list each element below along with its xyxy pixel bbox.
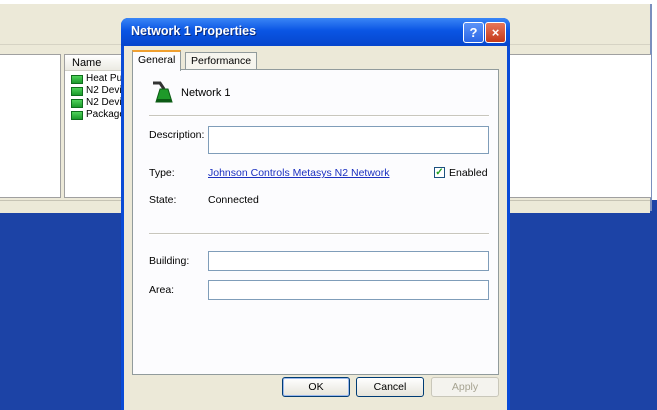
- device-icon: [71, 98, 83, 108]
- list-item[interactable]: Heat Pu: [71, 73, 125, 85]
- type-link[interactable]: Johnson Controls Metasys N2 Network: [208, 167, 390, 179]
- state-value: Connected: [208, 194, 259, 206]
- background-detail-pane: [508, 54, 651, 198]
- building-label: Building:: [149, 255, 190, 267]
- divider: [149, 115, 489, 117]
- apply-button[interactable]: Apply: [431, 377, 499, 397]
- device-icon: [71, 110, 83, 120]
- network-icon: [153, 81, 173, 103]
- building-field[interactable]: [208, 251, 489, 271]
- list-item[interactable]: Package: [71, 109, 125, 121]
- ok-button[interactable]: OK: [282, 377, 350, 397]
- description-field[interactable]: [208, 126, 489, 154]
- dialog-body: General Performance Network 1 Descriptio…: [124, 46, 507, 410]
- tab-performance[interactable]: Performance: [185, 52, 258, 69]
- tab-general[interactable]: General: [132, 50, 182, 71]
- device-icon: [71, 74, 83, 84]
- type-label: Type:: [149, 167, 175, 179]
- properties-dialog: Network 1 Properties ? × General Perform…: [121, 18, 510, 410]
- device-icon: [71, 86, 83, 96]
- item-list: Heat Pu N2 Devi N2 Devi Package: [71, 73, 125, 121]
- enabled-label[interactable]: Enabled: [449, 167, 488, 179]
- dialog-titlebar[interactable]: Network 1 Properties ? ×: [121, 18, 510, 46]
- list-item[interactable]: N2 Devi: [71, 97, 125, 109]
- area-label: Area:: [149, 284, 175, 296]
- list-item-label: N2 Devi: [86, 97, 122, 108]
- list-item-label: Heat Pu: [86, 73, 123, 84]
- list-item-label: N2 Devi: [86, 85, 122, 96]
- enabled-checkbox[interactable]: ✓: [434, 167, 445, 178]
- general-tab-panel: Network 1 Description: Type: Johnson Con…: [132, 69, 499, 375]
- dialog-title: Network 1 Properties: [131, 24, 257, 38]
- help-button[interactable]: ?: [463, 22, 484, 43]
- divider: [149, 233, 489, 235]
- state-label: State:: [149, 194, 177, 206]
- background-tree-pane: [0, 54, 61, 198]
- list-item[interactable]: N2 Devi: [71, 85, 125, 97]
- network-name: Network 1: [181, 87, 231, 99]
- list-item-label: Package: [86, 109, 125, 120]
- close-button[interactable]: ×: [485, 22, 506, 43]
- cancel-button[interactable]: Cancel: [356, 377, 424, 397]
- area-field[interactable]: [208, 280, 489, 300]
- description-label: Description:: [149, 129, 205, 141]
